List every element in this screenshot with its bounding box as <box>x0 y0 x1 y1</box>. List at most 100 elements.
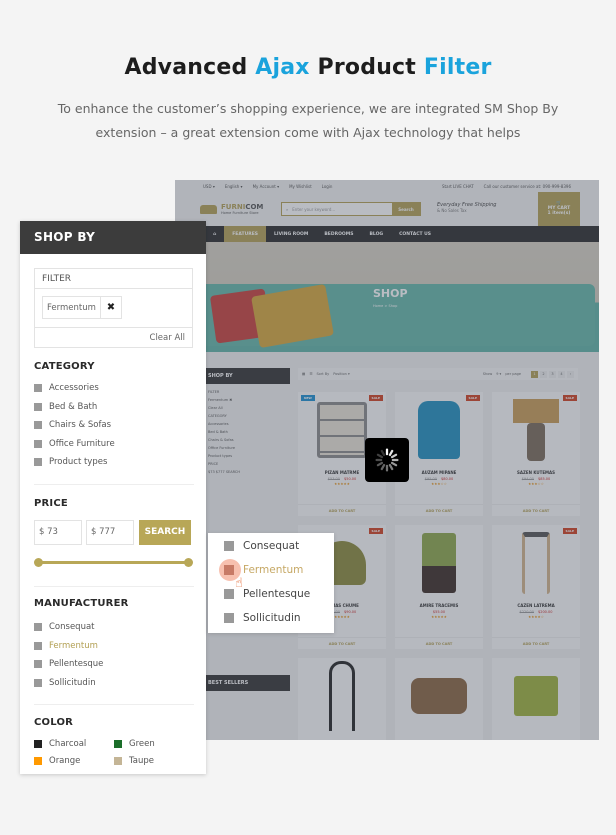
slider-handle-max[interactable] <box>184 558 193 567</box>
product-image[interactable] <box>298 658 386 734</box>
page-4[interactable]: 4 <box>558 370 565 378</box>
color-item[interactable]: Green <box>114 739 194 749</box>
price-range-slider[interactable] <box>34 558 193 567</box>
page-1[interactable]: 1 <box>531 370 538 378</box>
product-image[interactable] <box>492 658 580 734</box>
breadcrumb[interactable]: Home > Shop <box>373 304 397 308</box>
category-item[interactable]: Bed & Bath <box>34 398 115 417</box>
nav-features[interactable]: FEATURES <box>224 226 267 242</box>
sale-badge: SALE <box>368 528 383 534</box>
add-to-cart-button[interactable]: ADD TO CART <box>395 637 483 649</box>
page-next[interactable]: › <box>567 370 574 378</box>
live-chat-link[interactable]: Start LIVE CHAT <box>442 184 474 189</box>
checkbox[interactable] <box>34 641 42 650</box>
checkbox[interactable] <box>34 458 42 467</box>
mini-item: Chairs & Sofas <box>208 438 234 442</box>
manufacturer-item[interactable]: Consequat <box>34 618 103 637</box>
sort-select[interactable]: Position ▾ <box>333 372 350 376</box>
nav-blog[interactable]: BLOG <box>361 232 391 237</box>
language-select[interactable]: English ▾ <box>225 184 243 189</box>
checkbox[interactable] <box>34 439 42 448</box>
list-view-icon[interactable]: ☰ <box>309 372 312 376</box>
remove-filter-icon[interactable]: ✖ <box>101 302 121 313</box>
mini-item: Product types <box>208 454 233 458</box>
color-item[interactable]: Orange <box>34 756 114 766</box>
category-item[interactable]: Chairs & Sofas <box>34 416 115 435</box>
my-cart-button[interactable]: 🛒 MY CART 1 item(s) <box>538 192 580 226</box>
popup-item[interactable]: Consequat <box>224 540 299 552</box>
category-item[interactable]: Office Furniture <box>34 435 115 454</box>
product-image[interactable] <box>395 525 483 601</box>
site-logo[interactable]: FURNICOM Home Furniture Store <box>200 203 263 215</box>
clear-all-link[interactable]: Clear All <box>35 327 192 348</box>
product-image[interactable] <box>492 525 580 601</box>
checkbox[interactable] <box>34 421 42 430</box>
currency-select[interactable]: USD ▾ <box>203 184 215 189</box>
page-3[interactable]: 3 <box>549 370 556 378</box>
product-name[interactable]: AMIRE TRACEMIS <box>395 603 483 608</box>
sale-badge: SALE <box>465 395 480 401</box>
color-label: Orange <box>49 756 81 766</box>
price-search-button[interactable]: SEARCH <box>139 520 191 545</box>
checkbox[interactable] <box>34 623 42 632</box>
headline-part-1: Advanced <box>124 55 256 80</box>
color-item[interactable]: Charcoal <box>34 739 114 749</box>
rating-stars: ★★★☆☆ <box>528 482 544 486</box>
checkbox[interactable] <box>224 541 234 551</box>
product-image[interactable] <box>395 658 483 734</box>
checkbox[interactable] <box>34 660 42 669</box>
product-card[interactable] <box>492 658 580 740</box>
add-to-cart-button[interactable]: ADD TO CART <box>492 504 580 516</box>
page-2[interactable]: 2 <box>540 370 547 378</box>
product-card[interactable]: AMIRE TRACEMIS $55.00 ★★★★★ ADD TO CART <box>395 525 483 649</box>
checkbox[interactable] <box>34 678 42 687</box>
popup-label: Fermentum <box>243 564 304 576</box>
nav-living-room[interactable]: LIVING ROOM <box>266 232 316 237</box>
category-label: Product types <box>49 457 108 468</box>
category-item[interactable]: Accessories <box>34 379 115 398</box>
home-icon[interactable]: ⌂ <box>205 232 224 237</box>
product-image[interactable] <box>492 392 580 468</box>
new-badge: NEW <box>301 395 315 401</box>
checkbox[interactable] <box>34 402 42 411</box>
popup-item-active[interactable]: Fermentum <box>224 564 303 576</box>
checkbox[interactable] <box>34 384 42 393</box>
category-item[interactable]: Product types <box>34 453 115 472</box>
active-filter-box: FILTER Fermentum ✖ Clear All <box>34 268 193 348</box>
wishlist-link[interactable]: My Wishlist <box>289 184 312 189</box>
checkbox[interactable] <box>224 613 234 623</box>
product-card[interactable]: SALE SAZEN KUTEMAS $94.00 $85.00 ★★★☆☆ AD… <box>492 392 580 516</box>
slider-handle-min[interactable] <box>34 558 43 567</box>
add-to-cart-button[interactable]: ADD TO CART <box>395 504 483 516</box>
product-card[interactable] <box>298 658 386 740</box>
subtitle: To enhance the customer’s shopping exper… <box>0 97 616 145</box>
login-link[interactable]: Login <box>322 184 333 189</box>
add-to-cart-button[interactable]: ADD TO CART <box>492 637 580 649</box>
product-name[interactable]: SAZEN KUTEMAS <box>492 470 580 475</box>
search-button[interactable]: Search <box>392 203 420 215</box>
add-to-cart-button[interactable]: ADD TO CART <box>298 504 386 516</box>
price-min-input[interactable]: $ 73 <box>34 520 82 545</box>
hand-cursor-icon: ☝ <box>235 576 243 591</box>
product-card[interactable]: SALE CAZEN LATREMA $220.00 $200.00 ★★★★☆ … <box>492 525 580 649</box>
product-card[interactable] <box>395 658 483 740</box>
product-grid: NEW SALE PIZAN MATRME $53.00 $50.00 ★★★★★… <box>298 392 580 740</box>
color-item[interactable]: Taupe <box>114 756 194 766</box>
search-input[interactable]: Enter your keyword... <box>292 207 335 212</box>
manufacturer-item[interactable]: Sollicitudin <box>34 674 103 693</box>
show-select[interactable]: 9 ▾ <box>496 372 501 376</box>
checkbox[interactable] <box>224 565 234 575</box>
product-price: $50.00 <box>344 477 357 481</box>
nav-bedrooms[interactable]: BEDROOMS <box>316 232 361 237</box>
price-max-input[interactable]: $ 777 <box>86 520 134 545</box>
headline-accent-filter: Filter <box>423 55 492 80</box>
manufacturer-item[interactable]: Pellentesque <box>34 655 103 674</box>
nav-contact-us[interactable]: CONTACT US <box>391 232 439 237</box>
grid-view-icon[interactable]: ▦ <box>302 372 305 376</box>
my-account-link[interactable]: My Account ▾ <box>253 184 280 189</box>
add-to-cart-button[interactable]: ADD TO CART <box>298 637 386 649</box>
product-name[interactable]: CAZEN LATREMA <box>492 603 580 608</box>
checkbox[interactable] <box>224 589 234 599</box>
popup-item[interactable]: Sollicitudin <box>224 612 301 624</box>
manufacturer-item-active[interactable]: Fermentum <box>34 637 103 656</box>
